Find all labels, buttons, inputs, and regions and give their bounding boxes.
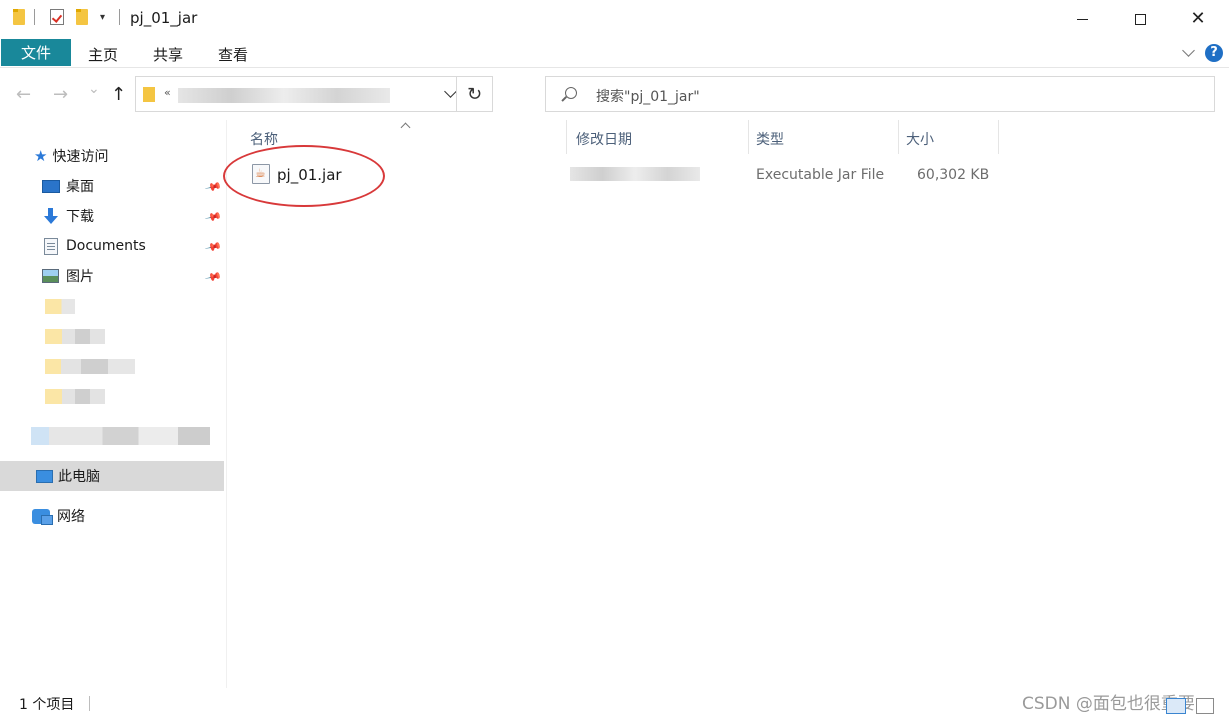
breadcrumb-overflow-icon[interactable]: «	[164, 86, 171, 99]
sidebar-item-network[interactable]: 网络	[0, 501, 224, 531]
folder-icon	[13, 9, 25, 25]
sort-ascending-icon	[401, 120, 410, 129]
download-icon	[42, 208, 60, 224]
column-divider[interactable]	[748, 120, 749, 154]
tab-share[interactable]: 共享	[153, 44, 183, 65]
sidebar-item-folder[interactable]	[45, 359, 135, 374]
star-icon: ★	[34, 147, 48, 165]
minimize-button[interactable]	[1053, 0, 1111, 38]
sidebar-item-label: 网络	[57, 509, 85, 525]
close-icon: ✕	[1190, 8, 1206, 29]
sidebar-item-folder[interactable]	[45, 389, 105, 404]
column-divider[interactable]	[566, 120, 567, 154]
search-input[interactable]: 搜索"pj_01_jar"	[545, 76, 1215, 112]
sidebar-item-downloads[interactable]: 下载 📌	[0, 201, 224, 231]
column-divider[interactable]	[898, 120, 899, 154]
expand-ribbon-icon[interactable]	[1182, 45, 1196, 59]
sidebar-item-label: 下载	[66, 209, 94, 225]
properties-check-icon[interactable]	[50, 9, 64, 25]
address-bar[interactable]: « ↻	[135, 76, 493, 112]
maximize-icon	[1134, 13, 1146, 25]
sidebar-item-this-pc[interactable]: 此电脑	[0, 461, 224, 491]
refresh-icon: ↻	[466, 83, 483, 105]
ribbon-tabs: 文件 主页 共享 查看 ?	[0, 38, 1229, 68]
help-icon[interactable]: ?	[1205, 44, 1223, 62]
sidebar-item-label: Documents	[66, 238, 146, 254]
separator	[89, 696, 90, 711]
navigation-bar: ← → ⌄ ↑ « ↻ 搜索"pj_01_jar"	[0, 68, 1229, 120]
sidebar-item-label: 此电脑	[58, 469, 100, 485]
column-size[interactable]: 大小	[906, 129, 934, 149]
sidebar-item-label: 桌面	[66, 179, 94, 195]
sidebar-item-label: 图片	[66, 269, 94, 285]
highlight-annotation	[223, 145, 385, 207]
window-title: pj_01_jar	[130, 9, 198, 27]
chevron-down-icon[interactable]	[446, 89, 456, 99]
breadcrumb[interactable]	[178, 88, 390, 103]
search-icon	[565, 87, 577, 99]
tab-file[interactable]: 文件	[1, 39, 71, 66]
network-icon	[32, 508, 53, 525]
column-type[interactable]: 类型	[756, 129, 784, 149]
pictures-icon	[42, 269, 59, 283]
sidebar-item-desktop[interactable]: 桌面 📌	[0, 171, 224, 201]
file-date-modified	[570, 167, 700, 181]
pin-icon[interactable]: 📌	[204, 208, 222, 226]
minimize-icon	[1076, 18, 1088, 20]
navigation-pane: ★ 快速访问 桌面 📌 下载 📌 Documents 📌 图片 📌 此电脑 网络	[0, 120, 227, 688]
separator	[119, 9, 120, 25]
refresh-button[interactable]: ↻	[456, 77, 492, 111]
item-count: 1 个项目	[19, 697, 75, 713]
title-bar: ▾ pj_01_jar ✕	[0, 0, 1229, 38]
file-type: Executable Jar File	[756, 167, 885, 183]
new-folder-icon[interactable]	[76, 9, 88, 25]
folder-icon	[143, 87, 155, 102]
sidebar-item-documents[interactable]: Documents 📌	[0, 231, 224, 261]
pin-icon[interactable]: 📌	[204, 178, 222, 196]
sidebar-item-folder[interactable]	[45, 329, 105, 344]
status-bar: 1 个项目 CSDN @面包也很重要	[0, 688, 1229, 718]
pin-icon[interactable]: 📌	[204, 238, 222, 256]
up-arrow-icon[interactable]: ↑	[111, 84, 126, 105]
sidebar-item-pictures[interactable]: 图片 📌	[0, 261, 224, 291]
column-name[interactable]: 名称	[250, 129, 278, 149]
back-arrow-icon[interactable]: ←	[16, 84, 31, 105]
computer-icon	[36, 469, 53, 483]
pin-icon[interactable]: 📌	[204, 268, 222, 286]
large-icons-view-icon[interactable]	[1196, 698, 1214, 714]
forward-arrow-icon[interactable]: →	[53, 84, 68, 105]
desktop-icon	[42, 179, 60, 193]
search-placeholder: 搜索"pj_01_jar"	[596, 89, 700, 105]
recent-locations-icon[interactable]: ⌄	[88, 81, 100, 97]
sidebar-item-folder[interactable]	[45, 299, 75, 314]
details-view-icon[interactable]	[1166, 698, 1186, 714]
maximize-button[interactable]	[1111, 0, 1169, 38]
document-icon	[44, 237, 58, 255]
sidebar-item-onedrive[interactable]	[31, 427, 210, 445]
customize-toolbar-icon[interactable]: ▾	[100, 12, 105, 23]
tab-view[interactable]: 查看	[218, 44, 248, 65]
separator	[34, 9, 35, 25]
sidebar-item-quick-access[interactable]: ★ 快速访问	[0, 141, 224, 171]
sidebar-item-label: 快速访问	[52, 149, 109, 165]
column-headers: 名称 修改日期 类型 大小	[228, 120, 1228, 154]
tab-home[interactable]: 主页	[88, 44, 118, 65]
column-date-modified[interactable]: 修改日期	[576, 129, 632, 149]
column-divider[interactable]	[998, 120, 999, 154]
close-button[interactable]: ✕	[1169, 0, 1227, 38]
file-size: 60,302 KB	[917, 167, 990, 183]
